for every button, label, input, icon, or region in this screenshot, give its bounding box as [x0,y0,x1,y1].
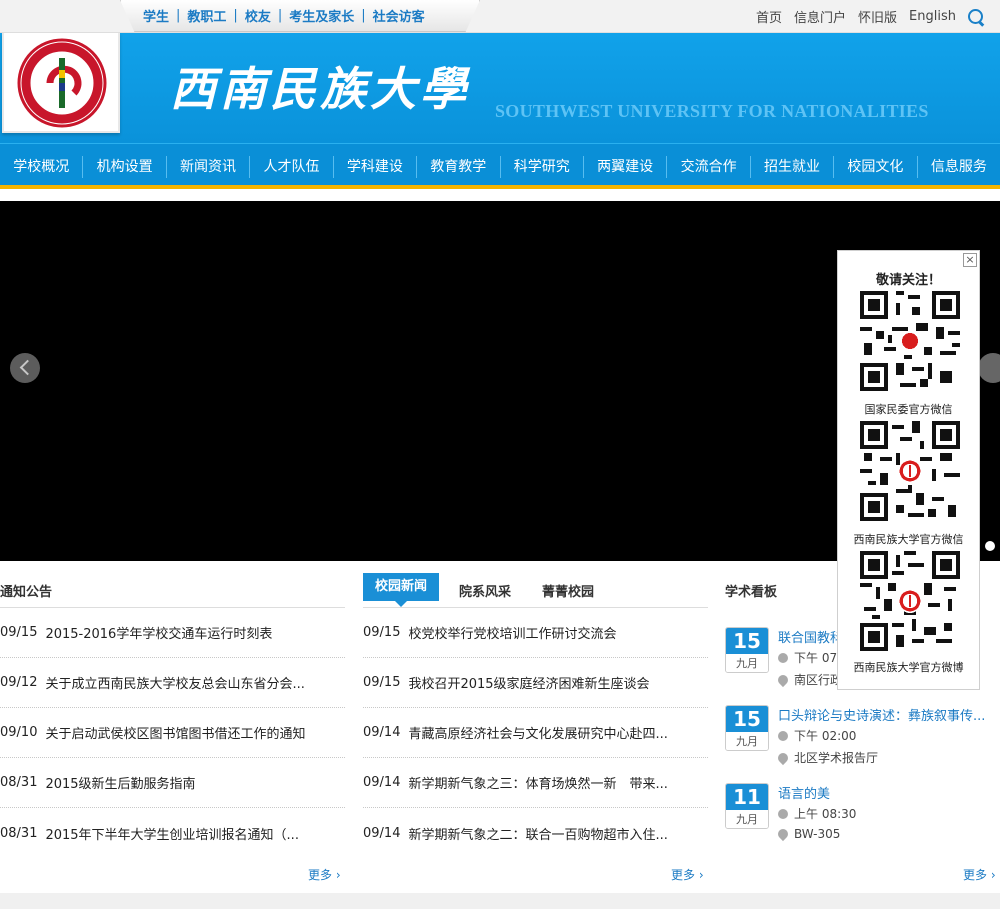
audience-tab-students[interactable]: 学生 [143,6,169,25]
nav-item-campus-culture[interactable]: 校园文化 [834,144,916,185]
audience-tabs: 学生 | 教职工 | 校友 | 考生及家长 | 社会访客 [120,0,480,32]
logo-box[interactable] [2,33,120,133]
clock-icon [778,653,788,663]
notices-title: 通知公告 [0,585,53,600]
location-pin-icon [775,672,791,688]
audience-tab-applicants[interactable]: 考生及家长 [289,6,354,25]
qr-label: 国家民委官方微信 [864,403,953,416]
home-link[interactable]: 首页 [756,7,782,26]
university-seal-icon [17,38,107,128]
footer-bar [0,893,1000,909]
list-item[interactable]: 09/14 青藏高原经济社会与文化发展研究中心赴四... [363,708,708,758]
event-item[interactable]: 11 九月 语言的美 上午 08:30 BW-305 [725,783,1000,857]
audience-tab-visitors[interactable]: 社会访客 [373,6,425,25]
tab-department-news[interactable]: 院系风采 [459,581,511,600]
notices-section: 通知公告 09/15 2015-2016学年学校交通车运行时刻表 09/12 关于成… [0,570,345,882]
location-pin-icon [775,750,791,766]
nav-item-faculty[interactable]: 人才队伍 [250,144,332,185]
academic-more-link[interactable]: 更多 › [963,866,996,883]
university-name-english: SOUTHWEST UNIVERSITY FOR NATIONALITIES [495,101,929,121]
list-item[interactable]: 09/14 新学期新气象之三：体育场焕然一新 带来... [363,758,708,808]
classic-version-link[interactable]: 怀旧版 [858,7,897,26]
site-header: 西南民族大學 SOUTHWEST UNIVERSITY FOR NATIONAL… [0,33,1000,143]
tab-campus-life[interactable]: 菁菁校园 [542,581,594,600]
notices-more-link[interactable]: 更多 › [308,866,341,883]
main-nav: 学校概况 机构设置 新闻资讯 人才队伍 学科建设 教育教学 科学研究 两翼建设 … [0,143,1000,185]
audience-tab-alumni[interactable]: 校友 [245,6,271,25]
tab-campus-news[interactable]: 校园新闻 [363,573,439,607]
nav-item-overview[interactable]: 学校概况 [0,144,82,185]
nav-item-news[interactable]: 新闻资讯 [167,144,249,185]
qr-code-icon [860,421,960,521]
slider-dot[interactable] [985,541,995,551]
slider-next-button[interactable] [978,353,1000,383]
nav-item-disciplines[interactable]: 学科建设 [334,144,416,185]
search-icon[interactable] [968,8,984,25]
qr-label: 西南民族大学官方微博 [853,661,964,674]
nav-item-exchange[interactable]: 交流合作 [667,144,749,185]
event-title[interactable]: 口头辩论与史诗演述：彝族叙事传... [778,705,985,724]
nav-item-organization[interactable]: 机构设置 [83,144,165,185]
list-item[interactable]: 09/14 新学期新气象之二：联合一百购物超市入住... [363,808,708,858]
utility-links: 首页 信息门户 怀旧版 English [744,0,984,33]
nav-item-info-services[interactable]: 信息服务 [918,144,1000,185]
qr-code-icon [860,291,960,391]
news-more-link[interactable]: 更多 › [671,866,704,883]
qr-code-icon [860,551,960,651]
slider-prev-button[interactable] [10,353,40,383]
list-item[interactable]: 08/31 2015级新生后勤服务指南 [0,758,345,808]
list-item[interactable]: 08/31 2015年下半年大学生创业培训报名通知（... [0,808,345,858]
university-name-chinese: 西南民族大學 [170,62,470,116]
event-date: 15 九月 [725,705,769,751]
audience-tab-staff[interactable]: 教职工 [187,6,226,25]
follow-title: 敬请关注！ [875,273,941,288]
nav-item-two-wings[interactable]: 两翼建设 [584,144,666,185]
top-bar: 学生 | 教职工 | 校友 | 考生及家长 | 社会访客 首页 信息门户 怀旧版… [0,0,1000,33]
clock-icon [778,809,788,819]
location-pin-icon [775,826,791,842]
event-date: 15 九月 [725,627,769,673]
news-section: 校园新闻 院系风采 菁菁校园 09/15 校党校举行党校培训工作研讨交流会 09/… [363,570,708,882]
nav-item-research[interactable]: 科学研究 [501,144,583,185]
event-date: 11 九月 [725,783,769,829]
follow-panel: × 敬请关注！ 国家民委官方微信 西南民族大学官方微信 西南民族大学官方微博 [837,250,980,690]
qr-label: 西南民族大学官方微信 [853,533,964,546]
nav-item-admissions[interactable]: 招生就业 [751,144,833,185]
list-item[interactable]: 09/15 2015-2016学年学校交通车运行时刻表 [0,608,345,658]
nav-item-education[interactable]: 教育教学 [417,144,499,185]
english-link[interactable]: English [909,9,956,24]
clock-icon [778,731,788,741]
event-item[interactable]: 15 九月 口头辩论与史诗演述：彝族叙事传... 下午 02:00 北区学术报告… [725,705,1000,779]
portal-link[interactable]: 信息门户 [794,7,846,26]
list-item[interactable]: 09/12 关于成立西南民族大学校友总会山东省分会... [0,658,345,708]
list-item[interactable]: 09/15 校党校举行党校培训工作研讨交流会 [363,608,708,658]
list-item[interactable]: 09/15 我校召开2015级家庭经济困难新生座谈会 [363,658,708,708]
academic-title: 学术看板 [725,585,778,600]
event-title[interactable]: 语言的美 [778,783,830,802]
list-item[interactable]: 09/10 关于启动武侯校区图书馆图书借还工作的通知 [0,708,345,758]
nav-accent-bar [0,185,1000,189]
close-icon[interactable]: × [963,253,977,267]
